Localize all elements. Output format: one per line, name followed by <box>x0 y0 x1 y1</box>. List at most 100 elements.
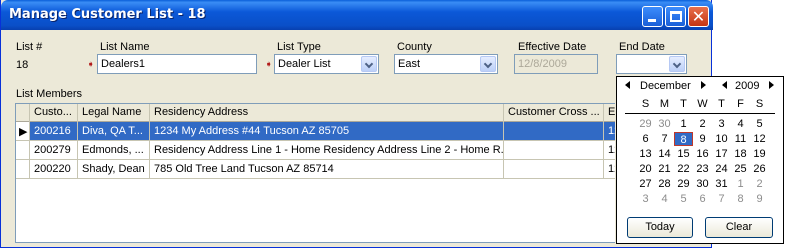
today-button[interactable]: Today <box>627 217 693 238</box>
column-header-residency-address[interactable]: Residency Address <box>150 104 504 122</box>
cell-residency-address[interactable]: 785 Old Tree Land Tucson AZ 85714 <box>150 160 504 179</box>
list-members-grid[interactable]: Custo... Legal Name Residency Address Cu… <box>15 103 615 243</box>
calendar-day[interactable]: 24 <box>712 162 731 176</box>
calendar-day[interactable]: 6 <box>636 132 655 146</box>
cell-legal-name[interactable]: Diva, QA T... <box>78 122 150 141</box>
cell-effective[interactable]: 12 <box>604 160 615 179</box>
cell-customer-cross[interactable] <box>504 141 604 160</box>
minimize-icon <box>648 19 656 22</box>
cell-residency-address[interactable]: Residency Address Line 1 - Home Residenc… <box>150 141 504 160</box>
calendar-day[interactable]: 3 <box>636 192 655 206</box>
close-button[interactable]: ✕ <box>688 6 709 27</box>
calendar-day[interactable]: 25 <box>731 162 750 176</box>
chevron-down-icon <box>483 59 493 69</box>
calendar-day[interactable]: 16 <box>693 147 712 161</box>
next-month-icon[interactable] <box>701 81 706 89</box>
weekday-header: W <box>697 98 708 110</box>
prev-year-icon[interactable] <box>722 81 727 89</box>
calendar-day[interactable]: 5 <box>750 117 769 131</box>
list-name-text: Dealers1 <box>101 58 146 70</box>
calendar-day[interactable]: 2 <box>693 117 712 131</box>
calendar-day[interactable]: 17 <box>712 147 731 161</box>
county-select[interactable]: East <box>394 54 498 74</box>
cell-customer-id[interactable]: 200216 <box>30 122 78 141</box>
county-selected: East <box>398 58 421 70</box>
calendar-day[interactable]: 9 <box>693 132 712 146</box>
calendar-day[interactable]: 8 <box>731 192 750 206</box>
calendar-day[interactable]: 7 <box>655 132 674 146</box>
calendar-day[interactable]: 23 <box>693 162 712 176</box>
calendar-day[interactable]: 2 <box>750 177 769 191</box>
calendar-day[interactable]: 10 <box>712 132 731 146</box>
calendar-day[interactable]: 20 <box>636 162 655 176</box>
cell-customer-id[interactable]: 200279 <box>30 141 78 160</box>
effective-date-label: Effective Date <box>518 41 587 53</box>
table-row[interactable]: 200220 Shady, Dean 785 Old Tree Land Tuc… <box>16 160 615 179</box>
end-date-label: End Date <box>619 41 665 53</box>
cell-effective[interactable]: 12 <box>604 122 615 141</box>
calendar-day[interactable]: 18 <box>731 147 750 161</box>
calendar-month[interactable]: December <box>640 80 691 92</box>
grid-header: Custo... Legal Name Residency Address Cu… <box>16 104 615 122</box>
title-bar[interactable]: Manage Customer List - 18 ✕ <box>1 0 713 30</box>
calendar-day[interactable]: 26 <box>750 162 769 176</box>
effective-date-text: 12/8/2009 <box>518 58 567 70</box>
next-year-icon[interactable] <box>769 81 774 89</box>
minimize-button[interactable] <box>642 6 663 27</box>
calendar-day[interactable]: 29 <box>674 177 693 191</box>
list-name-input[interactable]: Dealers1 <box>97 54 257 74</box>
calendar-day[interactable]: 15 <box>674 147 693 161</box>
list-name-label: List Name <box>100 41 150 53</box>
calendar-day[interactable]: 19 <box>750 147 769 161</box>
column-header-legal-name[interactable]: Legal Name <box>78 104 150 122</box>
weekday-header: T <box>680 98 687 110</box>
cell-legal-name[interactable]: Edmonds, ... <box>78 141 150 160</box>
end-date-dropdown-button[interactable] <box>669 56 685 72</box>
calendar-day[interactable]: 5 <box>674 192 693 206</box>
calendar-day[interactable]: 1 <box>674 117 693 131</box>
cell-effective[interactable]: 12 <box>604 141 615 160</box>
calendar-day[interactable]: 4 <box>655 192 674 206</box>
date-picker-calendar[interactable]: December 2009 SMTWTFS 29 30 1 2 3 4 5 6 7 8 9 10 11 1… <box>616 76 784 244</box>
calendar-day[interactable]: 4 <box>731 117 750 131</box>
list-type-dropdown-button[interactable] <box>361 56 377 72</box>
calendar-day[interactable]: 12 <box>750 132 769 146</box>
calendar-day[interactable]: 29 <box>636 117 655 131</box>
calendar-day[interactable]: 27 <box>636 177 655 191</box>
table-row[interactable]: ▶ 200216 Diva, QA T... 1234 My Address #… <box>16 122 615 141</box>
cell-customer-cross[interactable] <box>504 122 604 141</box>
calendar-year[interactable]: 2009 <box>735 80 759 92</box>
calendar-day[interactable]: 13 <box>636 147 655 161</box>
calendar-day[interactable]: 1 <box>731 177 750 191</box>
table-row[interactable]: 200279 Edmonds, ... Residency Address Li… <box>16 141 615 160</box>
calendar-day[interactable]: 21 <box>655 162 674 176</box>
column-header-customer[interactable]: Custo... <box>30 104 78 122</box>
calendar-day[interactable]: 30 <box>693 177 712 191</box>
calendar-day[interactable]: 14 <box>655 147 674 161</box>
calendar-day[interactable]: 7 <box>712 192 731 206</box>
calendar-day[interactable]: 31 <box>712 177 731 191</box>
cell-customer-id[interactable]: 200220 <box>30 160 78 179</box>
list-type-select[interactable]: Dealer List <box>274 54 379 74</box>
cell-customer-cross[interactable] <box>504 160 604 179</box>
county-dropdown-button[interactable] <box>480 56 496 72</box>
row-header-corner <box>16 104 30 122</box>
end-date-picker[interactable] <box>616 54 687 74</box>
prev-month-icon[interactable] <box>625 81 630 89</box>
column-header-customer-cross[interactable]: Customer Cross ... <box>504 104 604 122</box>
calendar-day[interactable]: 22 <box>674 162 693 176</box>
calendar-day[interactable]: 8 <box>674 132 693 146</box>
cell-legal-name[interactable]: Shady, Dean <box>78 160 150 179</box>
calendar-day[interactable]: 9 <box>750 192 769 206</box>
calendar-day[interactable]: 3 <box>712 117 731 131</box>
chevron-down-icon <box>364 59 374 69</box>
required-arrow-icon: ➧ <box>87 59 95 69</box>
clear-button[interactable]: Clear <box>705 217 773 238</box>
calendar-day[interactable]: 30 <box>655 117 674 131</box>
calendar-day[interactable]: 28 <box>655 177 674 191</box>
calendar-day[interactable]: 11 <box>731 132 750 146</box>
maximize-button[interactable] <box>665 6 686 27</box>
cell-residency-address[interactable]: 1234 My Address #44 Tucson AZ 85705 <box>150 122 504 141</box>
calendar-day[interactable]: 6 <box>693 192 712 206</box>
column-header-effective[interactable]: Ef <box>604 104 615 122</box>
